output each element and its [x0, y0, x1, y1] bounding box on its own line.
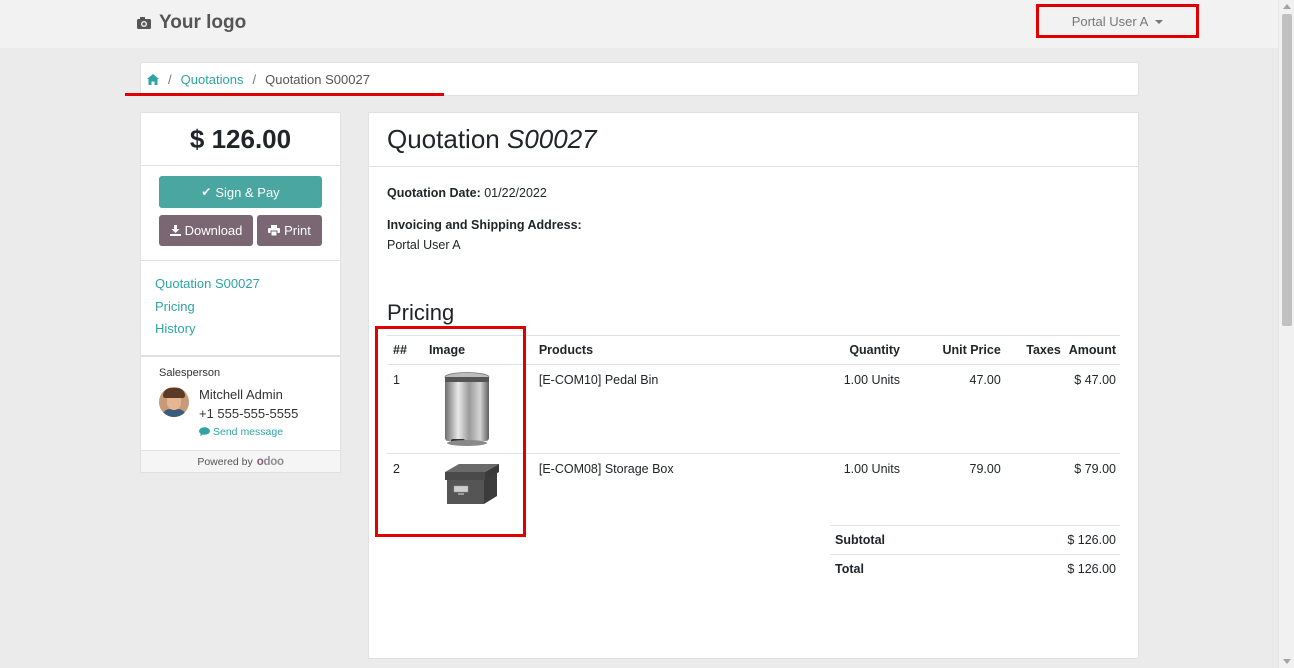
camera-icon — [137, 17, 151, 29]
line-taxes — [1004, 364, 1065, 454]
sidebar-nav-quotation[interactable]: Quotation S00027 — [155, 273, 326, 296]
address-value: Portal User A — [387, 238, 461, 252]
line-unit-price: 47.00 — [904, 364, 1005, 454]
sign-pay-button[interactable]: ✔ Sign & Pay — [159, 176, 322, 208]
download-button[interactable]: Download — [159, 215, 253, 246]
check-icon: ✔ — [201, 185, 212, 199]
user-menu-dropdown[interactable]: Portal User A — [1036, 4, 1199, 38]
salesperson-section: Salesperson Mitchell Admin +1 555-555-55… — [141, 357, 340, 454]
comment-icon — [199, 427, 210, 436]
line-taxes — [1005, 454, 1065, 530]
col-amount: Amount — [1064, 335, 1120, 365]
salesperson-phone: +1 555-555-5555 — [199, 405, 299, 421]
total-label: Total — [835, 562, 864, 576]
salesperson-label: Salesperson — [159, 366, 221, 379]
quotation-date-value: 01/22/2022 — [484, 186, 547, 200]
sidebar: $ 126.00 ✔ Sign & Pay Download Print Quo… — [140, 112, 341, 473]
breadcrumb-current: Quotation S00027 — [265, 71, 370, 87]
salesperson-name: Mitchell Admin — [199, 386, 283, 402]
line-amount: $ 47.00 — [1064, 364, 1120, 454]
subtotal-value: $ 126.00 — [1067, 533, 1116, 547]
col-products: Products — [534, 335, 775, 365]
address-label: Invoicing and Shipping Address: — [387, 218, 582, 232]
page-title-ref: S00027 — [506, 124, 597, 154]
print-button[interactable]: Print — [257, 215, 322, 246]
scroll-up-icon[interactable] — [1283, 4, 1291, 9]
caret-down-icon — [1155, 20, 1164, 24]
sidebar-nav: Quotation S00027 Pricing History — [141, 261, 340, 357]
printer-icon — [268, 225, 281, 236]
download-icon — [169, 225, 181, 236]
subtotal-row: Subtotal $ 126.00 — [830, 525, 1120, 554]
line-product: [E-COM10] Pedal Bin — [534, 364, 775, 454]
sidebar-nav-history[interactable]: History — [155, 318, 326, 341]
col-quantity: Quantity — [774, 335, 905, 365]
home-icon[interactable] — [147, 73, 159, 85]
site-logo[interactable]: Your logo — [136, 12, 246, 34]
print-label: Print — [284, 223, 311, 238]
sidebar-total-amount: $ 126.00 — [189, 123, 292, 154]
totals-section: Subtotal $ 126.00 Total $ 126.00 — [830, 525, 1120, 583]
quotation-header: Quotation S00027 — [369, 113, 1138, 167]
scroll-thumb[interactable] — [1282, 14, 1292, 326]
line-unit-price: 79.00 — [969, 462, 1001, 476]
quotation-date: Quotation Date: 01/22/2022 — [387, 186, 1138, 200]
action-buttons: ✔ Sign & Pay Download Print — [141, 166, 340, 261]
line-quantity: 1.00 Units — [843, 462, 901, 476]
total-row: Total $ 126.00 — [830, 554, 1120, 583]
sign-pay-label: Sign & Pay — [215, 184, 280, 200]
breadcrumb-quotations-link[interactable]: Quotations — [181, 72, 244, 87]
download-label: Download — [184, 223, 243, 238]
total-value: $ 126.00 — [1067, 562, 1116, 576]
scroll-down-icon[interactable] — [1283, 659, 1291, 664]
page-title-prefix: Quotation — [387, 124, 500, 154]
breadcrumb-separator: / — [252, 71, 257, 87]
powered-by: Powered by odoo — [141, 450, 340, 472]
avatar — [159, 386, 189, 417]
quotation-info: Quotation Date: 01/22/2022 Invoicing and… — [369, 186, 1138, 252]
breadcrumb-separator: / — [168, 71, 172, 87]
top-navbar: Your logo Portal User A — [0, 0, 1278, 48]
line-quantity: 1.00 Units — [774, 364, 905, 454]
col-unit-price: Unit Price — [904, 335, 1005, 365]
breadcrumb: / Quotations / Quotation S00027 — [140, 62, 1139, 96]
send-message-link[interactable]: Send message — [199, 426, 298, 438]
odoo-logo[interactable]: odoo — [257, 456, 284, 468]
amount-box: $ 126.00 — [141, 113, 340, 166]
sidebar-nav-pricing[interactable]: Pricing — [155, 296, 326, 319]
vertical-scrollbar[interactable] — [1278, 0, 1294, 668]
line-product: [E-COM08] Storage Box — [538, 462, 674, 476]
powered-by-label: Powered by — [197, 455, 253, 468]
subtotal-label: Subtotal — [835, 533, 885, 547]
logo-text: Your logo — [159, 12, 247, 33]
line-amount: $ 79.00 — [1074, 462, 1116, 476]
annotation-box — [375, 326, 526, 537]
user-menu-label: Portal User A — [1071, 13, 1149, 29]
page-title: Quotation S00027 — [387, 124, 597, 155]
col-taxes: Taxes — [1004, 335, 1065, 365]
send-message-label: Send message — [213, 425, 284, 438]
quotation-date-label: Quotation Date: — [387, 186, 481, 200]
annotation-underline — [125, 93, 444, 96]
pricing-title: Pricing — [387, 300, 455, 325]
